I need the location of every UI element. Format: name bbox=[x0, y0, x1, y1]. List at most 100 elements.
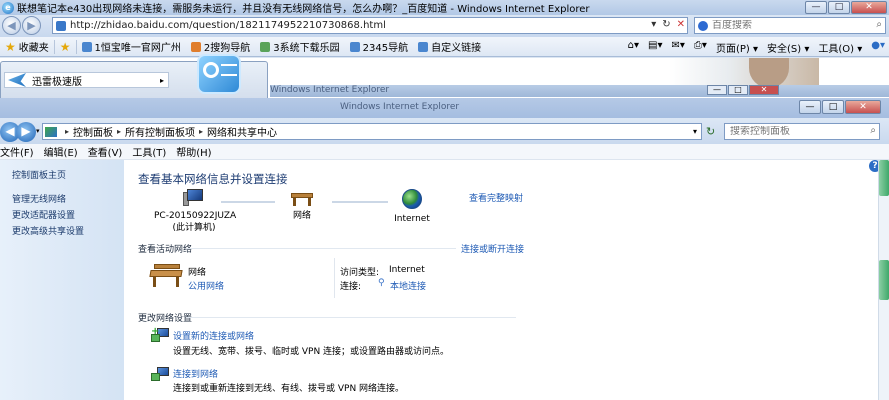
local-connection-link[interactable]: 本地连接 bbox=[390, 279, 426, 292]
menu-file[interactable]: 文件(F) bbox=[0, 144, 34, 159]
link-change-adapter[interactable]: 更改适配器设置 bbox=[12, 208, 75, 221]
task-connect-network-desc: 连接到或重新连接到无线、有线、拨号或 VPN 网络连接。 bbox=[173, 384, 405, 394]
menu-tools[interactable]: 工具(T) bbox=[132, 144, 166, 159]
cp-maximize-button[interactable]: □ bbox=[822, 100, 844, 114]
favorites-bar: ★ 收藏夹 ★ 1恒宝唯一官网广州 2搜狗导航 3系统下载乐园 2345导航 自… bbox=[0, 37, 889, 57]
cp-close-button[interactable]: ✕ bbox=[845, 100, 881, 114]
maximize-button[interactable]: □ bbox=[828, 1, 850, 14]
link-control-panel-home[interactable]: 控制面板主页 bbox=[12, 168, 66, 181]
cp-refresh-icon[interactable]: ↻ bbox=[706, 125, 718, 138]
scrollbar-thumb[interactable] bbox=[879, 160, 889, 196]
fav-link-2[interactable]: 2搜狗导航 bbox=[190, 39, 250, 54]
popup-item-label: 迅雷极速版 bbox=[32, 76, 82, 88]
cp-title-shadow-text: Windows Internet Explorer bbox=[340, 102, 460, 112]
ie-search-box[interactable]: ⌕ bbox=[694, 17, 886, 34]
task-new-connection-desc: 设置无线、宽带、拨号、临时或 VPN 连接；或设置路由器或访问点。 bbox=[173, 347, 450, 357]
refresh-icon[interactable]: ↻ bbox=[662, 19, 670, 30]
background-window-controls: — □ ✕ bbox=[706, 85, 779, 95]
baidu-icon bbox=[698, 20, 708, 31]
ie-title-bar: e 联想笔记本e430出现网络未连接，需服务未运行，并且没有无线网络信号，怎么办… bbox=[0, 0, 889, 15]
network-bench-icon bbox=[149, 264, 183, 288]
map-connector-line bbox=[332, 201, 388, 203]
stop-icon[interactable]: ✕ bbox=[677, 19, 685, 30]
menu-view[interactable]: 查看(V) bbox=[88, 144, 123, 159]
recent-pages-dropdown-icon[interactable]: ▾ bbox=[36, 127, 40, 135]
fav-link-1[interactable]: 1恒宝唯一官网广州 bbox=[81, 39, 181, 54]
cp-search-box[interactable]: ⌕ bbox=[724, 123, 880, 140]
breadcrumb-network-center[interactable]: 网络和共享中心 bbox=[207, 124, 277, 139]
back-button[interactable]: ◀ bbox=[2, 16, 21, 35]
map-node-computer[interactable]: PC-20150922JUZA (此计算机) bbox=[154, 189, 237, 234]
safety-menu[interactable]: 安全(S) ▾ bbox=[767, 40, 809, 55]
separator bbox=[75, 39, 77, 54]
breadcrumb-dropdown-icon[interactable]: ▾ bbox=[693, 127, 697, 136]
forward-button[interactable]: ▶ bbox=[22, 16, 41, 35]
map-node-network[interactable]: 网络 bbox=[282, 189, 322, 222]
page-icon bbox=[56, 20, 66, 31]
popup-item-thunder[interactable]: 迅雷极速版 ▸ bbox=[4, 72, 169, 88]
minimize-button[interactable]: — bbox=[805, 1, 827, 14]
breadcrumb-separator-icon[interactable]: ▸ bbox=[199, 127, 203, 136]
feeds-icon[interactable]: ▤▾ bbox=[648, 40, 662, 55]
help-icon[interactable]: ●▾ bbox=[871, 40, 885, 55]
control-panel-icon bbox=[45, 126, 57, 137]
scrollbar-thumb-secondary[interactable] bbox=[879, 260, 889, 300]
map-node-internet[interactable]: Internet bbox=[392, 189, 432, 225]
cp-task-pane: 控制面板主页 管理无线网络 更改适配器设置 更改高级共享设置 bbox=[0, 160, 124, 400]
cp-forward-button[interactable]: ▶ bbox=[16, 122, 36, 142]
fav-link-4[interactable]: 2345导航 bbox=[349, 39, 408, 54]
cp-search-icon[interactable]: ⌕ bbox=[870, 125, 876, 136]
active-network-type-link[interactable]: 公用网络 bbox=[188, 279, 224, 292]
breadcrumb-separator-icon[interactable]: ▸ bbox=[65, 127, 69, 136]
link-advanced-sharing[interactable]: 更改高级共享设置 bbox=[12, 224, 84, 237]
favorites-button[interactable]: 收藏夹 bbox=[19, 39, 49, 54]
url-field[interactable]: http://zhidao.baidu.com/question/1821174… bbox=[52, 17, 688, 34]
vertical-divider bbox=[334, 258, 335, 298]
menu-help[interactable]: 帮助(H) bbox=[176, 144, 211, 159]
fav-link-3[interactable]: 3系统下载乐园 bbox=[260, 39, 340, 54]
home-icon[interactable]: ⌂▾ bbox=[628, 40, 639, 55]
breadcrumb[interactable]: ▸ 控制面板 ▸ 所有控制面板项 ▸ 网络和共享中心 ▾ bbox=[42, 123, 702, 140]
tools-menu[interactable]: 工具(O) ▾ bbox=[818, 40, 862, 55]
view-full-map-link[interactable]: 查看完整映射 bbox=[469, 191, 523, 204]
connect-disconnect-link[interactable]: 连接或断开连接 bbox=[461, 242, 524, 255]
menu-edit[interactable]: 编辑(E) bbox=[44, 144, 78, 159]
task-new-connection-link[interactable]: 设置新的连接或网络 bbox=[173, 329, 254, 342]
photo-face bbox=[749, 58, 789, 88]
close-button[interactable]: ✕ bbox=[851, 1, 887, 14]
fav-link-5[interactable]: 自定义链接 bbox=[418, 39, 481, 54]
background-window-title-text: Windows Internet Explorer bbox=[270, 85, 390, 95]
cp-minimize-button[interactable]: — bbox=[799, 100, 821, 114]
cp-address-bar: ◀ ▶ ▾ ▸ 控制面板 ▸ 所有控制面板项 ▸ 网络和共享中心 ▾ ↻ ⌕ bbox=[0, 118, 889, 144]
bg-close-button[interactable]: ✕ bbox=[749, 85, 779, 95]
dropdown-icon[interactable]: ▾ bbox=[651, 19, 656, 30]
breadcrumb-control-panel[interactable]: 控制面板 bbox=[73, 124, 113, 139]
task-connect-network-link[interactable]: 连接到网络 bbox=[173, 367, 218, 380]
new-connection-icon: + bbox=[151, 327, 169, 344]
settings-app-icon[interactable] bbox=[197, 54, 241, 94]
cp-search-input[interactable] bbox=[730, 126, 860, 137]
ie-search-input[interactable] bbox=[712, 20, 862, 31]
link-manage-wireless[interactable]: 管理无线网络 bbox=[12, 192, 66, 205]
ie-window-title: 联想笔记本e430出现网络未连接，需服务未运行，并且没有无线网络信号，怎么办啊？… bbox=[17, 4, 590, 15]
fav-link-label: 自定义链接 bbox=[431, 43, 482, 54]
bg-maximize-button[interactable]: □ bbox=[728, 85, 748, 95]
breadcrumb-all-items[interactable]: 所有控制面板项 bbox=[125, 124, 195, 139]
bg-minimize-button[interactable]: — bbox=[707, 85, 727, 95]
vertical-scrollbar[interactable] bbox=[878, 160, 889, 400]
page-menu-label: 页面(P) bbox=[715, 44, 750, 55]
ie-address-bar: ◀ ▶ http://zhidao.baidu.com/question/182… bbox=[0, 15, 889, 37]
ie-logo-icon: e bbox=[2, 1, 14, 14]
page-menu[interactable]: 页面(P) ▾ bbox=[716, 40, 758, 55]
print-icon[interactable]: ⎙▾ bbox=[694, 40, 707, 55]
fav-link-icon bbox=[260, 41, 271, 52]
mail-icon[interactable]: ✉▾ bbox=[672, 40, 685, 55]
add-favorite-icon[interactable]: ★ bbox=[60, 40, 71, 54]
section-rule bbox=[186, 317, 516, 318]
search-icon[interactable]: ⌕ bbox=[876, 19, 882, 30]
breadcrumb-separator-icon[interactable]: ▸ bbox=[117, 127, 121, 136]
computer-name: PC-20150922JUZA bbox=[154, 211, 237, 221]
ethernet-icon: ⚲ bbox=[378, 278, 385, 288]
fav-link-icon bbox=[349, 41, 360, 52]
active-network-name: 网络 bbox=[188, 268, 207, 278]
